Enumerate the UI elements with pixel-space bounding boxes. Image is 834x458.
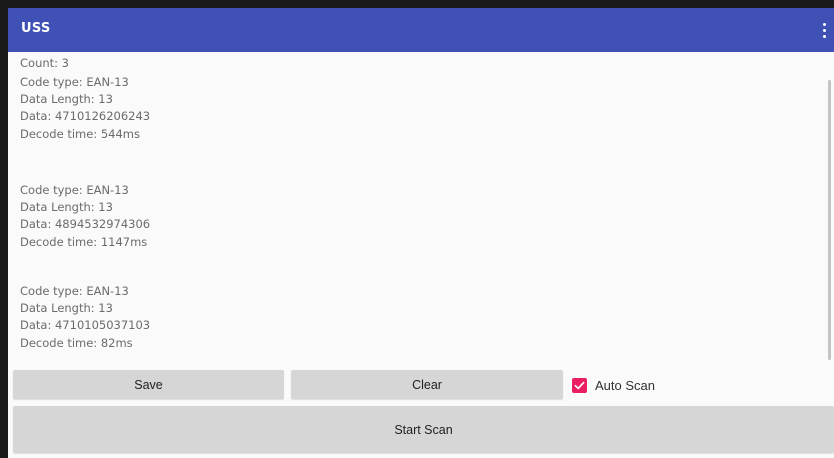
scan-log[interactable]: Count: 3 Code type: EAN-13 Data Length: … xyxy=(8,52,828,366)
decode-time: Decode time: 1147ms xyxy=(20,234,148,249)
data-value: Data: 4710105037103 xyxy=(20,318,151,333)
more-vert-icon[interactable] xyxy=(816,17,832,43)
clear-button[interactable]: Clear xyxy=(291,370,563,399)
data-length: Data Length: 13 xyxy=(20,301,113,316)
code-type: Code type: EAN-13 xyxy=(20,183,129,197)
check-icon xyxy=(574,381,585,389)
app-bar: USS xyxy=(8,8,834,52)
save-button[interactable]: Save xyxy=(13,370,284,399)
scan-entry: Code type: EAN-13 Data Length: 13 Data: … xyxy=(20,74,150,143)
decode-time: Decode time: 544ms xyxy=(20,126,140,141)
auto-scan-checkbox[interactable]: Auto Scan xyxy=(572,375,655,395)
auto-scan-label: Auto Scan xyxy=(595,377,655,393)
scan-entry: Code type: EAN-13 Data Length: 13 Data: … xyxy=(20,182,150,251)
data-length: Data Length: 13 xyxy=(20,200,113,215)
scrollbar[interactable] xyxy=(828,80,831,360)
data-value: Data: 4710126206243 xyxy=(20,109,151,124)
decode-time: Decode time: 82ms xyxy=(20,335,133,350)
start-scan-button[interactable]: Start Scan xyxy=(13,406,834,453)
app-window: USS Count: 3 Code type: EAN-13 Data Leng… xyxy=(8,8,834,458)
code-type: Code type: EAN-13 xyxy=(20,75,129,89)
scan-entry: Code type: EAN-13 Data Length: 13 Data: … xyxy=(20,283,150,352)
scan-count: Count: 3 xyxy=(20,56,69,70)
app-title: USS xyxy=(21,21,51,36)
data-value: Data: 4894532974306 xyxy=(20,217,151,232)
checkbox-checked-icon[interactable] xyxy=(572,377,587,393)
data-length: Data Length: 13 xyxy=(20,92,113,107)
code-type: Code type: EAN-13 xyxy=(20,284,129,298)
